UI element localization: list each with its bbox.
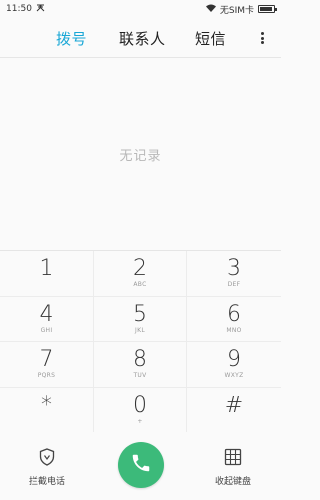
- key-1[interactable]: 1: [0, 251, 94, 297]
- bottom-action-bar: 拦截电话 收起键盘: [0, 432, 281, 500]
- key-digit: 4: [39, 301, 54, 327]
- dial-keypad: 1 2 ABC 3 DEF 4 GHI 5 JKL 6 MNO 7 PQRS 8 TUV 9W…: [0, 250, 281, 433]
- key-letters: PQRS: [37, 372, 56, 380]
- key-letters: +: [137, 417, 143, 425]
- key-digit: 1: [39, 256, 54, 282]
- status-bar: 11:50 无SIM卡: [0, 0, 281, 18]
- key-8[interactable]: 8 TUV: [94, 342, 187, 388]
- tab-dial[interactable]: 拨号: [56, 28, 87, 49]
- key-6[interactable]: 6 MNO: [187, 297, 281, 342]
- battery-icon: [258, 5, 277, 13]
- key-9[interactable]: 9 WXYZ: [187, 342, 281, 388]
- tab-bar: 拨号 联系人 短信: [0, 18, 281, 58]
- hide-keyboard-label: 收起键盘: [214, 477, 251, 487]
- tab-messages[interactable]: 短信: [195, 28, 226, 49]
- key-digit: 3: [227, 256, 241, 282]
- key-letters: MNO: [226, 326, 242, 334]
- block-calls-label: 拦截电话: [28, 477, 65, 487]
- phone-icon: [130, 452, 152, 478]
- key-digit: 7: [39, 347, 54, 373]
- key-letters: ABC: [133, 281, 147, 289]
- key-3[interactable]: 3 DEF: [187, 251, 281, 297]
- status-left: 11:50: [6, 4, 45, 15]
- shield-icon: [39, 448, 55, 470]
- key-letters: JKL: [135, 326, 145, 334]
- block-calls-button[interactable]: 拦截电话: [17, 448, 77, 487]
- key-7[interactable]: 7 PQRS: [0, 342, 94, 388]
- key-digit: #: [224, 392, 244, 418]
- hide-keyboard-button[interactable]: 收起键盘: [203, 448, 263, 487]
- key-digit: 9: [227, 347, 241, 373]
- keyboard-grid-icon: [224, 448, 242, 470]
- key-star[interactable]: *: [0, 387, 94, 433]
- call-button[interactable]: [118, 442, 164, 488]
- key-hash[interactable]: #: [187, 388, 281, 433]
- status-time: 11:50: [6, 4, 32, 14]
- sim-status: 无SIM卡: [219, 5, 254, 16]
- notification-icon: [36, 4, 45, 15]
- key-letters: WXYZ: [224, 372, 244, 380]
- key-letters: TUV: [133, 372, 147, 380]
- key-digit: 2: [133, 256, 147, 282]
- key-4[interactable]: 4 GHI: [0, 296, 94, 342]
- status-right: 无SIM卡: [205, 3, 277, 16]
- key-digit: 5: [133, 301, 147, 327]
- key-2[interactable]: 2 ABC: [94, 251, 187, 297]
- wifi-icon: [205, 4, 216, 15]
- key-digit: *: [41, 392, 52, 418]
- key-letters: DEF: [227, 281, 241, 289]
- key-digit: 0: [133, 392, 147, 418]
- call-log-empty-area: 无记录: [0, 58, 281, 250]
- empty-message: 无记录: [119, 148, 162, 164]
- key-letters: GHI: [40, 326, 53, 334]
- key-5[interactable]: 5 JKL: [94, 296, 187, 342]
- key-digit: 8: [133, 347, 147, 373]
- tab-contacts[interactable]: 联系人: [119, 28, 166, 49]
- key-0[interactable]: 0 +: [94, 387, 187, 433]
- battery-fill: [260, 7, 272, 11]
- key-digit: 6: [227, 301, 241, 327]
- more-options-icon[interactable]: [258, 30, 266, 46]
